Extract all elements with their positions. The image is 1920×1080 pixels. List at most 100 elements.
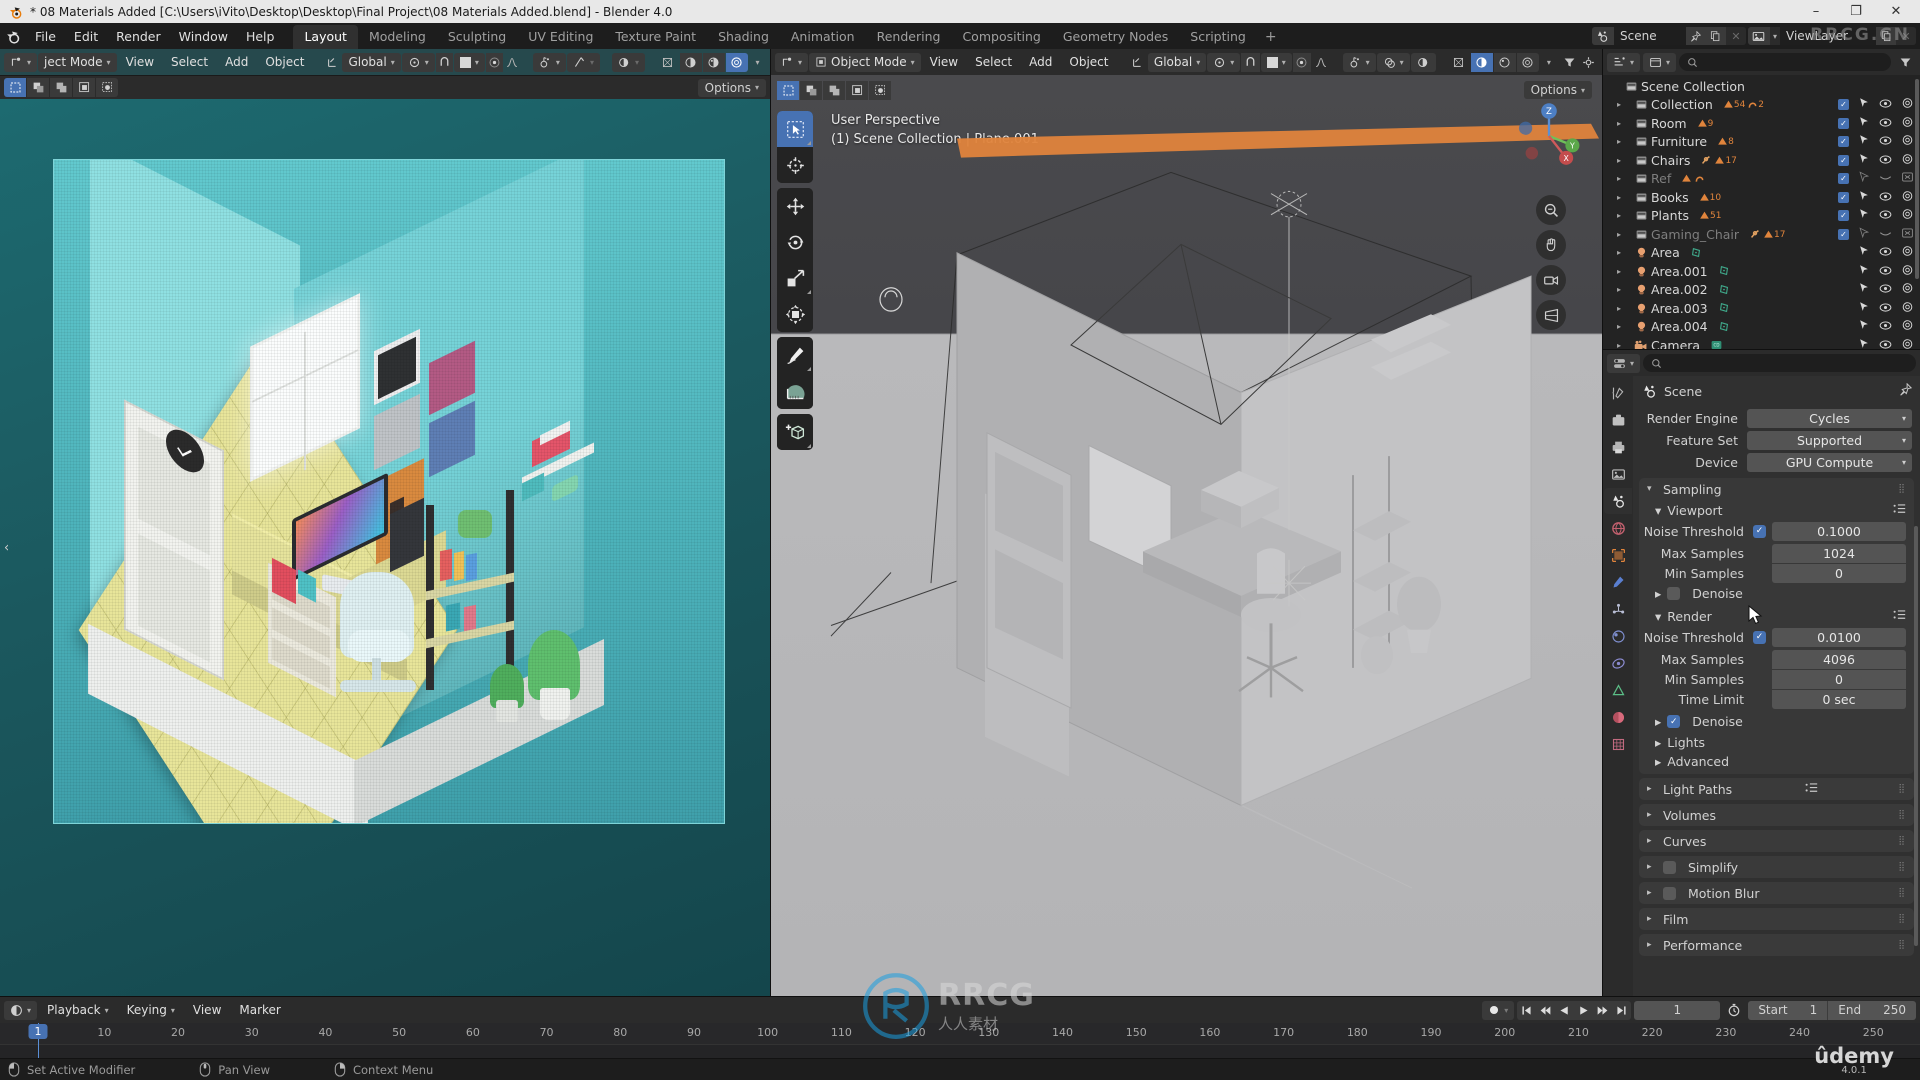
menu-window[interactable]: Window xyxy=(170,23,237,49)
viewport-sampling-preset-icon[interactable] xyxy=(1893,503,1906,518)
transform-pivot-icon[interactable] xyxy=(324,53,341,72)
timeline-editor-type-button[interactable]: ▾ xyxy=(4,1000,38,1020)
workspace-tab-uv-editing[interactable]: UV Editing xyxy=(517,25,604,49)
outliner-selectable-icon[interactable] xyxy=(1858,116,1870,131)
left-snap-to-button[interactable]: ▾ xyxy=(453,52,485,72)
outliner-row-camera[interactable]: ▸ Camera CD xyxy=(1603,336,1920,349)
solid-menu-add[interactable]: Add xyxy=(1021,53,1060,72)
properties-tab-tool[interactable] xyxy=(1604,380,1632,406)
properties-tab-data[interactable] xyxy=(1604,677,1632,703)
rotate-tool-button[interactable] xyxy=(777,224,813,260)
solid-header-options-icon[interactable] xyxy=(1580,53,1598,72)
left-options-button[interactable]: Options ▾ xyxy=(697,78,766,97)
outliner-disable-in-renders-icon[interactable] xyxy=(1901,227,1914,242)
render-sampling-preset-icon[interactable] xyxy=(1893,609,1906,624)
menu-help[interactable]: Help xyxy=(237,23,284,49)
render-denoise-checkbox[interactable]: ✓ xyxy=(1667,715,1681,728)
panel-motion-blur[interactable]: ▸ Motion Blur ⣿ xyxy=(1639,882,1914,904)
solid-shading-solid-icon[interactable] xyxy=(1470,52,1493,72)
solid-select-box-icon[interactable] xyxy=(777,81,799,100)
solid-orientation-button[interactable]: Global ▾ xyxy=(1147,52,1207,72)
viewport-min-samples-field[interactable]: 0 xyxy=(1772,563,1906,583)
left-shading-dropdown-icon[interactable]: ▾ xyxy=(749,53,766,72)
start-frame-field[interactable]: Start 1 xyxy=(1748,1001,1827,1020)
outliner-row-expand-icon[interactable]: ▸ xyxy=(1617,174,1631,183)
panel-curves[interactable]: ▸ Curves ⣿ xyxy=(1639,830,1914,852)
render-sampling-header[interactable]: ▾ Render xyxy=(1639,606,1914,627)
viewlayer-name[interactable]: ViewLayer xyxy=(1780,27,1876,45)
use-preview-range-icon[interactable] xyxy=(1723,1001,1745,1020)
workspace-tab-sculpting[interactable]: Sculpting xyxy=(437,25,517,49)
new-viewlayer-icon[interactable] xyxy=(1876,27,1896,45)
panel-drag-handle[interactable]: ⣿ xyxy=(1898,784,1906,794)
outliner-selectable-icon[interactable] xyxy=(1858,190,1870,205)
solid-viewport-gizmos-button[interactable]: ▾ xyxy=(1342,52,1376,72)
panel-drag-handle[interactable]: ⣿ xyxy=(1898,810,1906,820)
outliner-hide-in-viewport-icon[interactable] xyxy=(1879,171,1892,186)
left-toolbar-expand-icon[interactable]: ‹ xyxy=(4,540,9,555)
panel-header[interactable]: ▸ Film ⣿ xyxy=(1639,908,1914,930)
menu-render[interactable]: Render xyxy=(107,23,170,49)
solid-3d-viewport[interactable]: Options ▾ User Perspective (1) Scene Coll… xyxy=(771,75,1602,996)
snap-magnet-icon[interactable] xyxy=(435,52,453,72)
outliner-hide-in-viewport-icon[interactable] xyxy=(1879,338,1892,349)
outliner-display-mode-button[interactable]: ▾ xyxy=(1643,52,1677,72)
render-denoise-header[interactable]: ▸ ✓ Denoise xyxy=(1639,711,1914,732)
move-tool-button[interactable] xyxy=(777,188,813,224)
outliner-selectable-icon[interactable] xyxy=(1858,319,1870,334)
panel-header[interactable]: ▸ Simplify ⣿ xyxy=(1639,856,1914,878)
left-viewport-gizmos-button[interactable]: ▾ xyxy=(532,52,566,72)
pin-properties-icon[interactable] xyxy=(1899,382,1913,399)
viewport-noise-threshold-checkbox[interactable]: ✓ xyxy=(1753,524,1766,538)
render-min-samples-field[interactable]: 0 xyxy=(1772,669,1906,689)
viewport-noise-threshold-field[interactable]: 0.1000 xyxy=(1772,521,1906,541)
panel-header[interactable]: ▸ Performance ⣿ xyxy=(1639,934,1914,956)
properties-tab-object[interactable] xyxy=(1604,542,1632,568)
outliner-hide-in-viewport-icon[interactable] xyxy=(1879,153,1892,168)
maximize-button[interactable]: ❐ xyxy=(1836,0,1876,23)
panel-header[interactable]: ▸ Motion Blur ⣿ xyxy=(1639,882,1914,904)
outliner-row-checkbox[interactable]: ✓ xyxy=(1838,99,1849,111)
outliner-disable-in-renders-icon[interactable] xyxy=(1901,116,1914,131)
outliner-hide-in-viewport-icon[interactable] xyxy=(1879,190,1892,205)
jump-to-next-keyframe-button[interactable] xyxy=(1593,1001,1612,1020)
left-object-mode-button[interactable]: ject Mode ▾ xyxy=(38,52,117,72)
properties-tab-particles[interactable] xyxy=(1604,596,1632,622)
workspace-tab-scripting[interactable]: Scripting xyxy=(1179,25,1257,49)
outliner-row-area-004[interactable]: ▸ Area.004 xyxy=(1603,318,1920,337)
panel-volumes[interactable]: ▸ Volumes ⣿ xyxy=(1639,804,1914,826)
close-button[interactable]: ✕ xyxy=(1876,0,1916,23)
solid-falloff-curve-icon[interactable] xyxy=(1312,53,1330,72)
workspace-tab-rendering[interactable]: Rendering xyxy=(866,25,952,49)
annotate-tool-button[interactable] xyxy=(777,337,813,373)
panel-preset-icon[interactable] xyxy=(1805,782,1818,797)
select-box-icon[interactable] xyxy=(4,78,26,97)
outliner-row-expand-icon[interactable]: ▸ xyxy=(1617,156,1631,165)
left-editor-type-button[interactable]: ▾ xyxy=(4,52,38,72)
device-dropdown[interactable]: GPU Compute ▾ xyxy=(1747,452,1912,472)
outliner-row-area[interactable]: ▸ Area xyxy=(1603,244,1920,263)
solid-snap-magnet-icon[interactable] xyxy=(1241,52,1260,72)
workspace-tab-modeling[interactable]: Modeling xyxy=(358,25,437,49)
panel-header[interactable]: ▸ Curves ⣿ xyxy=(1639,830,1914,852)
left-overlays-button[interactable]: ▾ xyxy=(566,52,600,72)
panel-drag-handle[interactable]: ⣿ xyxy=(1898,836,1906,846)
panel-drag-handle[interactable]: ⣿ xyxy=(1898,940,1906,950)
menu-edit[interactable]: Edit xyxy=(65,23,107,49)
viewport-sampling-header[interactable]: ▾ Viewport xyxy=(1639,500,1914,521)
sampling-panel-header[interactable]: ▾ Sampling ⣿ xyxy=(1639,478,1914,500)
transform-tool-button[interactable] xyxy=(777,296,813,332)
properties-tab-material[interactable] xyxy=(1604,704,1632,730)
shading-material-preview-icon[interactable] xyxy=(702,52,725,72)
measure-tool-button[interactable] xyxy=(777,373,813,409)
solid-object-mode-button[interactable]: Object Mode ▾ xyxy=(809,52,921,72)
outliner-row-expand-icon[interactable]: ▸ xyxy=(1617,341,1631,349)
outliner-row-gaming-chair[interactable]: ▸ Gaming_Chair 17 ✓ xyxy=(1603,225,1920,244)
outliner-row-checkbox[interactable]: ✓ xyxy=(1838,117,1849,129)
properties-search-input[interactable] xyxy=(1643,354,1916,372)
select-subtract-icon[interactable] xyxy=(50,78,72,97)
feature-set-dropdown[interactable]: Supported ▾ xyxy=(1747,430,1912,450)
play-reverse-button[interactable] xyxy=(1555,1001,1574,1020)
panel-simplify[interactable]: ▸ Simplify ⣿ xyxy=(1639,856,1914,878)
outliner-row-expand-icon[interactable]: ▸ xyxy=(1617,248,1631,257)
